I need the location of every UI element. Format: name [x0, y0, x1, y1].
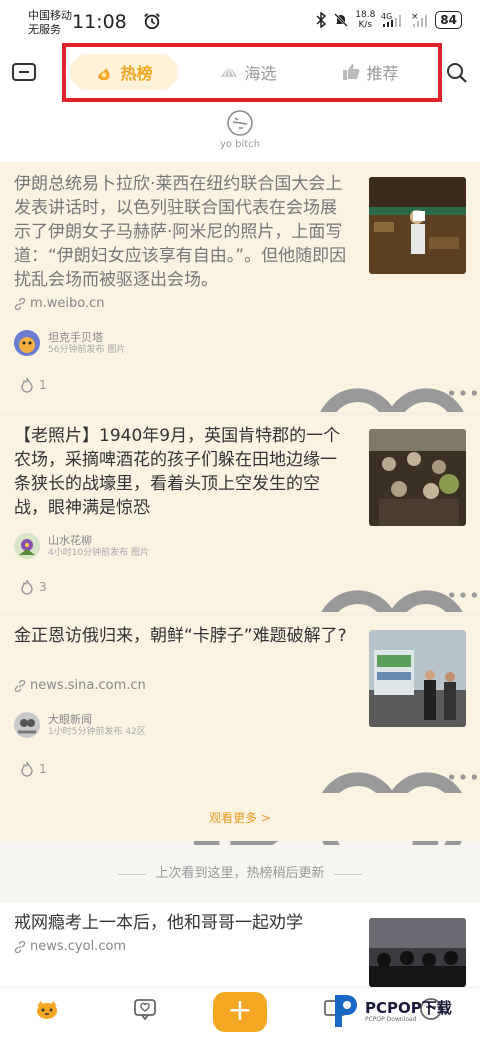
- author-name[interactable]: 坦克手贝塔: [48, 331, 125, 344]
- status-icons: 18.8 K/s 4G × 84: [315, 10, 462, 30]
- signal-4g-icon: 4G: [381, 12, 402, 27]
- avatar[interactable]: [14, 330, 40, 356]
- flame-icon: [21, 579, 33, 595]
- card-source[interactable]: news.cyol.com: [14, 939, 126, 954]
- alarm-clock-icon: [144, 13, 160, 30]
- avatar[interactable]: [14, 533, 40, 559]
- network-speed: 18.8 K/s: [355, 10, 375, 30]
- post-meta: 1小时5分钟前发布 42区: [48, 726, 146, 737]
- menu-icon[interactable]: [12, 63, 36, 81]
- link-icon: [14, 679, 26, 692]
- search-icon[interactable]: [446, 62, 468, 84]
- post-meta: 4小时10分钟前发布 图片: [48, 547, 150, 558]
- speed-value: 18.8: [355, 10, 376, 20]
- yo-face-icon[interactable]: [226, 109, 254, 137]
- tab-selection[interactable]: 海选: [198, 54, 298, 90]
- speed-unit: K/s: [358, 20, 373, 30]
- battery-indicator: 84: [435, 11, 462, 29]
- pcpop-logo-icon: [335, 995, 357, 1027]
- avatar[interactable]: [14, 712, 40, 738]
- like-count: 1: [39, 762, 47, 776]
- like-button[interactable]: 1: [18, 760, 47, 778]
- bluetooth-icon: [316, 12, 327, 28]
- svg-text:4G: 4G: [381, 12, 392, 21]
- card-title[interactable]: 【老照片】1940年9月，英国肯特郡的一个农场，采摘啤酒花的孩子们躲在田地边缘一…: [14, 424, 352, 520]
- card-title[interactable]: 戒网瘾考上一本后，他和哥哥一起劝学: [14, 911, 352, 935]
- post-meta: 56分钟前发布 图片: [48, 344, 126, 355]
- mute-bell-icon: [334, 13, 349, 27]
- card-actions: 1: [0, 756, 480, 1040]
- status-bar: 中国移动 无服务 11:08 18.8 K/s 4G × 84: [0, 0, 480, 44]
- link-icon: [14, 297, 26, 310]
- shell-icon: [221, 64, 238, 78]
- home-dog-icon[interactable]: [34, 996, 60, 1022]
- thumbs-up-icon: [343, 64, 360, 80]
- card-source[interactable]: news.sina.com.cn: [14, 678, 146, 693]
- tab-hot-label: 热榜: [120, 64, 153, 83]
- card-thumbnail[interactable]: [369, 630, 466, 727]
- view-more-link[interactable]: 观看更多 >: [0, 793, 480, 841]
- heart-chat-icon[interactable]: [132, 996, 158, 1022]
- thumbnail-image: [369, 630, 466, 727]
- watermark-title: PCPOP下载: [365, 998, 452, 1017]
- news-card[interactable]: 伊朗总统易卜拉欣·莱西在纽约联合国大会上发表讲话时，以色列驻联合国代表在会场展示…: [0, 162, 480, 675]
- card-actions: 3: [0, 574, 480, 877]
- no-sim-signal-icon: ×: [411, 12, 428, 27]
- card-author[interactable]: 大眼新闻 1小时5分钟前发布 42区: [14, 712, 146, 738]
- like-count: 1: [39, 378, 47, 392]
- card-title[interactable]: 金正恩访俄归来，朝鲜“卡脖子”难题破解了?: [14, 624, 352, 648]
- like-count: 3: [39, 580, 47, 594]
- card-actions: 1: [0, 372, 480, 675]
- yo-label: yo bitch: [219, 139, 261, 150]
- thumbnail-image: [369, 177, 466, 274]
- flame-icon: [21, 377, 33, 393]
- source-domain: news.cyol.com: [30, 939, 127, 954]
- tab-recommend[interactable]: 推荐: [320, 54, 420, 90]
- fire-hand-icon: [98, 68, 111, 81]
- news-card[interactable]: 金正恩访俄归来，朝鲜“卡脖子”难题破解了? news.sina.com.cn 大…: [0, 616, 480, 1040]
- news-card[interactable]: 戒网瘾考上一本后，他和哥哥一起劝学 news.cyol.com: [0, 903, 480, 987]
- source-domain: m.weibo.cn: [30, 296, 105, 311]
- card-thumbnail[interactable]: [369, 918, 466, 987]
- thumbnail-image: [369, 429, 466, 526]
- author-name[interactable]: 山水花柳: [48, 534, 149, 547]
- svg-text:×: ×: [411, 12, 419, 22]
- like-button[interactable]: 3: [18, 578, 47, 596]
- card-thumbnail[interactable]: [369, 429, 466, 526]
- news-card[interactable]: 【老照片】1940年9月，英国肯特郡的一个农场，采摘啤酒花的孩子们躲在田地边缘一…: [0, 416, 480, 877]
- clock: 11:08: [72, 11, 127, 33]
- carrier-info: 中国移动 无服务: [28, 9, 72, 37]
- more-options-icon[interactable]: [446, 578, 480, 612]
- source-domain: news.sina.com.cn: [30, 678, 146, 693]
- like-button[interactable]: 1: [18, 376, 47, 394]
- watermark: PCPOP下载 PCPOP Download: [331, 993, 452, 1029]
- card-title[interactable]: 伊朗总统易卜拉欣·莱西在纽约联合国大会上发表讲话时，以色列驻联合国代表在会场展示…: [14, 172, 352, 292]
- card-author[interactable]: 山水花柳 4小时10分钟前发布 图片: [14, 533, 149, 559]
- author-name[interactable]: 大眼新闻: [48, 713, 146, 726]
- flame-icon: [21, 761, 33, 777]
- last-read-separator: 上次看到这里，热榜稍后更新: [0, 845, 480, 903]
- link-icon: [14, 940, 26, 953]
- add-post-button[interactable]: +: [213, 992, 267, 1032]
- tab-selection-label: 海选: [244, 64, 277, 83]
- card-author[interactable]: 坦克手贝塔 56分钟前发布 图片: [14, 330, 125, 356]
- card-source[interactable]: m.weibo.cn: [14, 296, 105, 311]
- tab-recommend-label: 推荐: [366, 64, 399, 83]
- thumbnail-image: [369, 918, 466, 987]
- more-options-icon[interactable]: [446, 760, 480, 794]
- service-status: 无服务: [28, 23, 61, 36]
- watermark-subtitle: PCPOP Download: [365, 1015, 417, 1023]
- carrier-name: 中国移动: [28, 9, 72, 22]
- tab-hot-list[interactable]: 热榜: [70, 54, 178, 90]
- more-options-icon[interactable]: [446, 376, 480, 410]
- card-thumbnail[interactable]: [369, 177, 466, 274]
